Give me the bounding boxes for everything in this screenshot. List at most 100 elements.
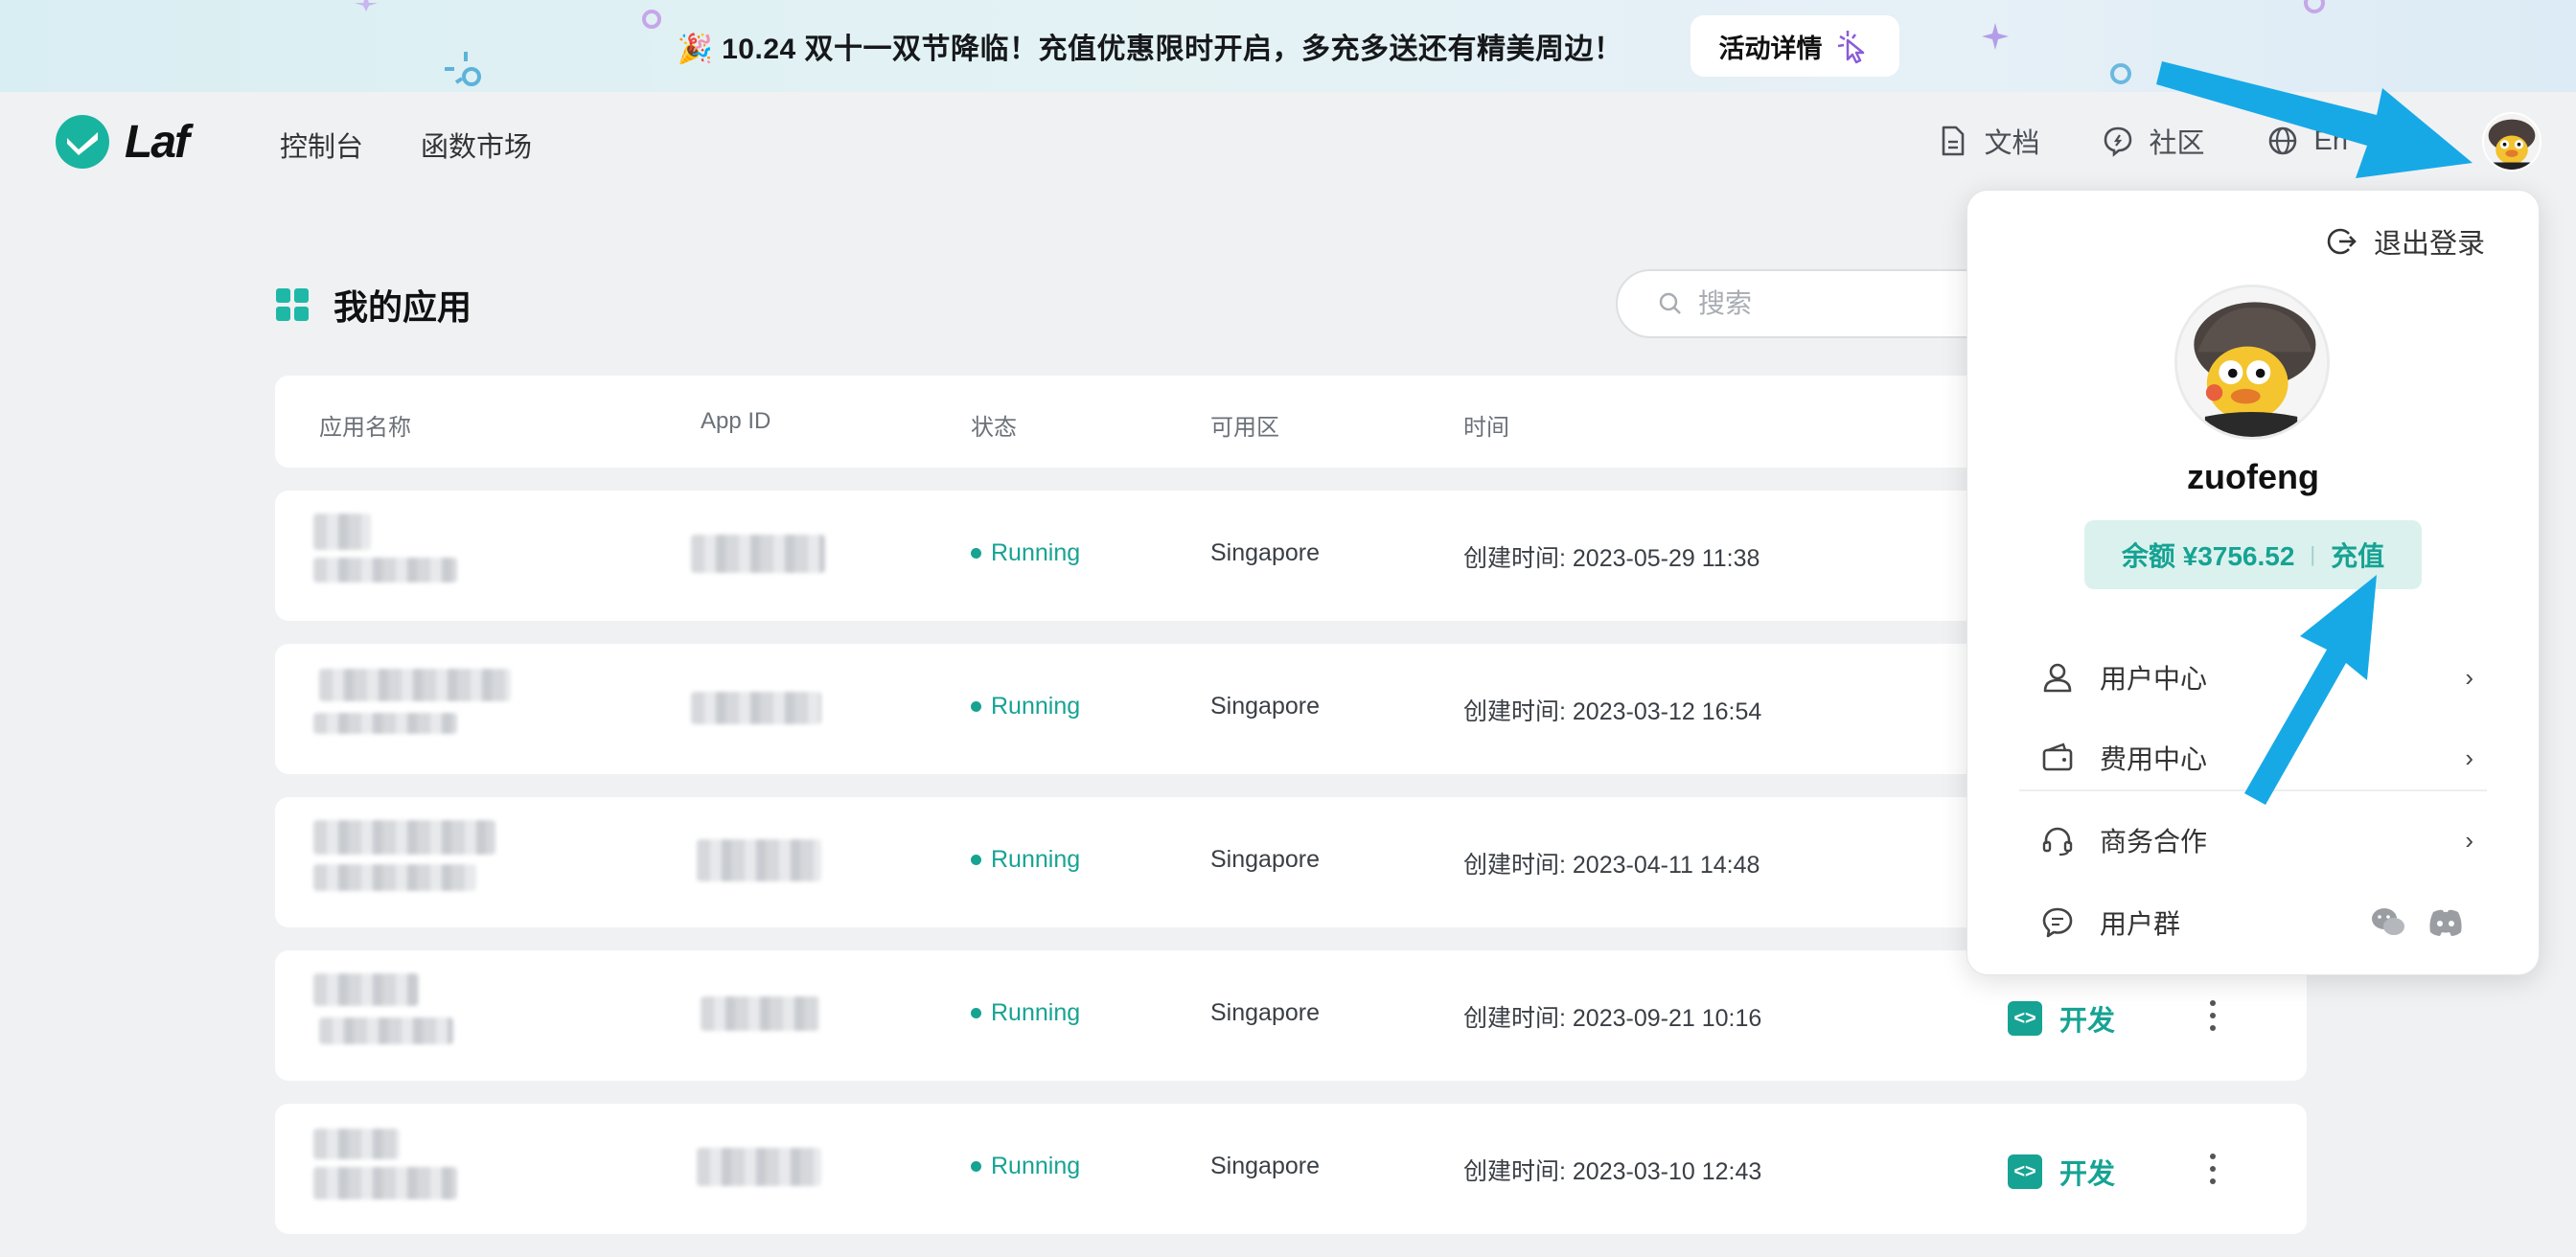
chat-icon	[2042, 907, 2073, 938]
develop-button[interactable]: <> 开发	[2008, 1152, 2115, 1192]
user-dropdown-menu: 退出登录 zuofeng 余额 ¥3756.52 | 充值 用户中心 › 费用中…	[1966, 190, 2540, 975]
app-id-redacted	[697, 839, 821, 881]
col-status: 状态	[971, 415, 1017, 441]
pointer-click-icon	[1837, 31, 1864, 64]
user-avatar	[2174, 285, 2330, 440]
region-value: Singapore	[1210, 539, 1320, 566]
sparkle-icon	[355, 0, 378, 11]
page-title: 我的应用	[276, 280, 472, 330]
avatar-image	[2484, 114, 2540, 170]
develop-label: 开发	[2059, 1006, 2116, 1037]
status-badge: Running	[971, 1153, 1080, 1180]
nav-console[interactable]: 控制台	[280, 125, 363, 165]
balance-separator: |	[2310, 542, 2316, 566]
docs-label: 文档	[1984, 128, 2040, 159]
created-time: 创建时间: 2023-03-10 12:43	[1463, 1158, 1762, 1185]
status-badge: Running	[971, 846, 1080, 874]
more-options-icon[interactable]	[2203, 996, 2222, 1035]
user-icon	[2043, 663, 2072, 693]
laf-logo[interactable]: Laf	[56, 115, 190, 169]
activity-details-label: 活动详情	[1718, 34, 1823, 63]
code-icon: <>	[2008, 1001, 2042, 1036]
laf-logo-icon	[56, 115, 109, 169]
logout-icon	[2327, 228, 2357, 255]
wallet-icon	[2042, 743, 2073, 771]
menu-billing-center[interactable]: 费用中心 ›	[2040, 729, 2481, 787]
app-name-redacted	[313, 820, 495, 855]
docs-link[interactable]: 文档	[1936, 121, 2040, 161]
header-links: 文档 社区 En	[1936, 121, 2348, 161]
app-name-redacted	[313, 713, 457, 734]
avatar-image	[2177, 287, 2327, 437]
code-icon: <>	[2008, 1154, 2042, 1189]
community-label: 社区	[2149, 128, 2205, 159]
app-name-redacted	[319, 669, 511, 701]
user-avatar-button[interactable]	[2482, 112, 2542, 171]
app-name-redacted	[319, 1017, 453, 1044]
recharge-button[interactable]: 充值	[2331, 536, 2384, 574]
menu-divider	[2019, 789, 2487, 791]
app-name-redacted	[313, 1167, 457, 1200]
page-title-text: 我的应用	[334, 287, 472, 327]
develop-button[interactable]: <> 开发	[2008, 998, 2115, 1039]
region-value: Singapore	[1210, 1153, 1320, 1179]
circle-deco-icon	[2304, 0, 2325, 13]
app-id-redacted	[701, 996, 819, 1031]
chevron-right-icon: ›	[2465, 662, 2473, 692]
nav-function-market[interactable]: 函数市场	[421, 125, 532, 165]
app-name-redacted	[313, 514, 371, 550]
logo-text: Laf	[125, 116, 190, 168]
col-time: 时间	[1463, 415, 1509, 441]
balance-label: 余额 ¥3756.52	[2121, 541, 2295, 571]
main-nav: 控制台 函数市场	[280, 125, 532, 165]
created-time: 创建时间: 2023-09-21 10:16	[1463, 1005, 1762, 1032]
language-label: En	[2313, 125, 2348, 156]
chevron-right-icon: ›	[2465, 743, 2473, 772]
discord-icon[interactable]	[2427, 906, 2464, 939]
burst-deco-icon	[445, 52, 481, 86]
promo-banner: 🎉 10.24 双十一双节降临！充值优惠限时开启，多充多送还有精美周边！ 活动详…	[0, 0, 2576, 92]
app-name-redacted	[313, 864, 476, 891]
app-name-redacted	[313, 558, 457, 583]
activity-details-button[interactable]: 活动详情	[1690, 15, 1899, 77]
document-icon	[1943, 126, 1965, 156]
more-options-icon[interactable]	[2203, 1150, 2222, 1188]
app-name-redacted	[313, 1129, 400, 1159]
col-region: 可用区	[1210, 415, 1279, 441]
circle-deco-icon	[2110, 63, 2131, 84]
menu-user-center-label: 用户中心	[2100, 664, 2208, 694]
table-row[interactable]: Running Singapore 创建时间: 2023-03-10 12:43…	[275, 1104, 2307, 1234]
app-id-redacted	[697, 1148, 821, 1186]
menu-user-center[interactable]: 用户中心 ›	[2040, 649, 2481, 706]
menu-business-cooperation[interactable]: 商务合作 ›	[2040, 811, 2481, 869]
status-badge: Running	[971, 999, 1080, 1027]
develop-label: 开发	[2059, 1159, 2116, 1190]
app-id-redacted	[691, 692, 821, 724]
logout-button[interactable]: 退出登录	[2324, 221, 2485, 262]
app-id-redacted	[691, 535, 825, 573]
created-time: 创建时间: 2023-04-11 14:48	[1463, 852, 1760, 879]
status-badge: Running	[971, 539, 1080, 567]
community-icon	[2104, 126, 2131, 157]
created-time: 创建时间: 2023-03-12 16:54	[1463, 698, 1762, 725]
region-value: Singapore	[1210, 846, 1320, 873]
social-links	[2370, 906, 2464, 939]
headset-icon	[2042, 827, 2073, 857]
created-time: 创建时间: 2023-05-29 11:38	[1463, 545, 1760, 572]
wechat-icon[interactable]	[2370, 906, 2406, 939]
menu-user-group[interactable]: 用户群	[2040, 894, 2481, 951]
balance-box: 余额 ¥3756.52 | 充值	[2084, 520, 2422, 589]
status-badge: Running	[971, 693, 1080, 720]
community-link[interactable]: 社区	[2102, 121, 2205, 161]
region-value: Singapore	[1210, 999, 1320, 1026]
banner-text: 🎉 10.24 双十一双节降临！充值优惠限时开启，多充多送还有精美周边！	[677, 34, 1623, 65]
apps-grid-icon	[276, 288, 309, 321]
menu-user-group-label: 用户群	[2100, 909, 2181, 939]
menu-business-cooperation-label: 商务合作	[2100, 827, 2208, 857]
col-app-id: App ID	[701, 408, 771, 434]
search-icon	[1659, 292, 1681, 314]
menu-billing-center-label: 费用中心	[2100, 744, 2208, 774]
sparkle-icon	[1982, 23, 2009, 50]
language-switch[interactable]: En	[2266, 125, 2348, 157]
region-value: Singapore	[1210, 693, 1320, 720]
